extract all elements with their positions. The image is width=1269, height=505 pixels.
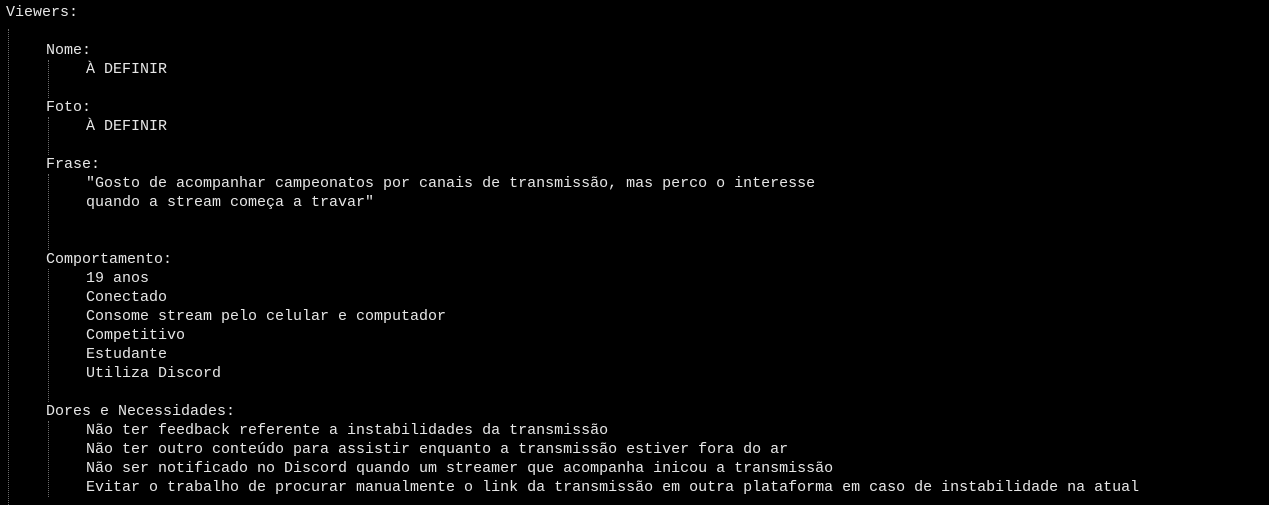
section-heading: Frase:	[46, 156, 101, 173]
tree-guide-foto	[48, 117, 49, 155]
tree-guide-dores	[48, 421, 49, 497]
tree-guide-nome	[48, 60, 49, 98]
section-line: 19 anos	[86, 270, 150, 287]
section-line: À DEFINIR	[86, 61, 168, 78]
section-line: Conectado	[86, 289, 168, 306]
section-comportamento: Comportamento: 19 anos Conectado Consome…	[46, 250, 1266, 402]
section-line: À DEFINIR	[86, 118, 168, 135]
section-line: Não ser notificado no Discord quando um …	[86, 460, 834, 477]
section-heading: Comportamento:	[46, 251, 173, 268]
section-foto: Foto: À DEFINIR	[46, 98, 1266, 155]
section-line: Evitar o trabalho de procurar manualment…	[86, 479, 1140, 496]
section-line: Não ter feedback referente a instabilida…	[86, 422, 609, 439]
section-frase: Frase: "Gosto de acompanhar campeonatos …	[46, 155, 1266, 250]
section-line: Estudante	[86, 346, 168, 363]
section-line: "Gosto de acompanhar campeonatos por can…	[86, 175, 816, 192]
section-heading: Dores e Necessidades:	[46, 403, 236, 420]
section-dores-necessidades: Dores e Necessidades: Não ter feedback r…	[46, 402, 1266, 497]
section-line: quando a stream começa a travar"	[86, 194, 375, 211]
document-title: Viewers:	[6, 4, 79, 21]
section-heading: Foto:	[46, 99, 92, 116]
tree-guide-comportamento	[48, 269, 49, 402]
section-heading: Nome:	[46, 42, 92, 59]
text-document: Viewers: Nome: À DEFINIR Foto: À DEFINIR…	[6, 3, 1266, 505]
section-line: Competitivo	[86, 327, 186, 344]
section-line: Utiliza Discord	[86, 365, 222, 382]
section-line: Consome stream pelo celular e computador	[86, 308, 447, 325]
section-nome: Nome: À DEFINIR	[46, 41, 1266, 98]
section-line: Não ter outro conteúdo para assistir enq…	[86, 441, 789, 458]
tree-guide-frase	[48, 174, 49, 250]
tree-guide-root	[8, 29, 9, 505]
